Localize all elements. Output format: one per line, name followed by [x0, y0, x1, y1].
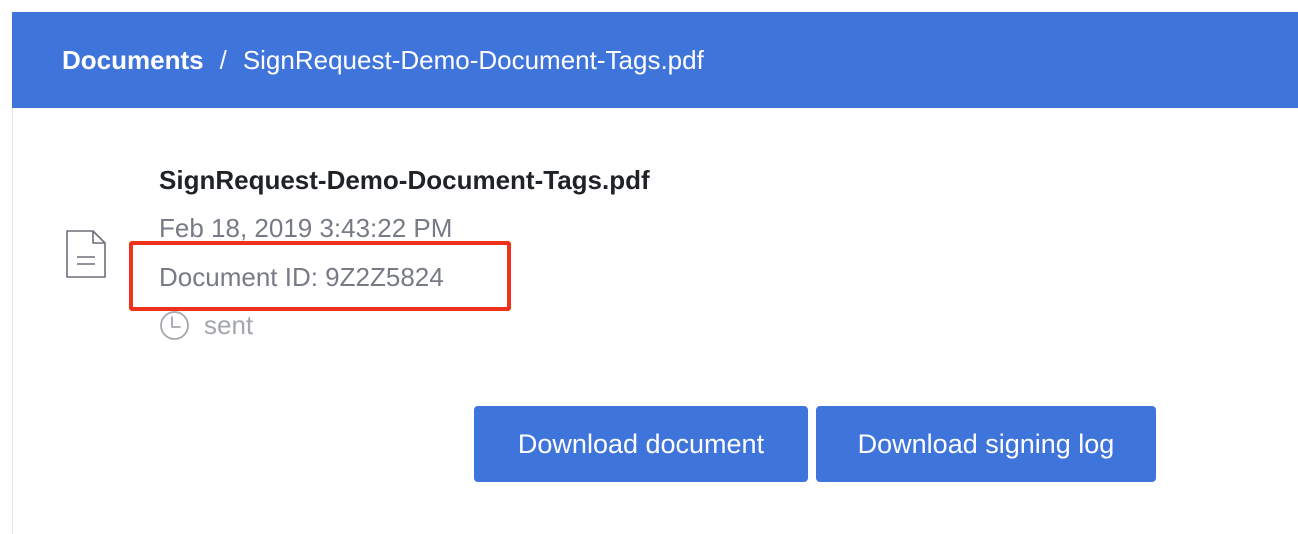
document-title: SignRequest-Demo-Document-Tags.pdf	[159, 165, 650, 195]
highlight-annotation-box	[129, 241, 511, 311]
breadcrumb-current: SignRequest-Demo-Document-Tags.pdf	[242, 44, 704, 75]
page: Documents / SignRequest-Demo-Document-Tags…	[0, 0, 1298, 534]
clock-icon	[159, 310, 190, 341]
breadcrumb-separator: /	[219, 44, 227, 75]
document-date: Feb 18, 2019 3:43:22 PM	[159, 213, 453, 243]
breadcrumb-documents-link[interactable]: Documents	[62, 45, 204, 75]
header-bar: Documents / SignRequest-Demo-Document-Tags…	[12, 12, 1298, 108]
download-document-button[interactable]: Download document	[474, 406, 808, 482]
status-label: sent	[204, 310, 254, 340]
breadcrumb: Documents / SignRequest-Demo-Document-Tags…	[62, 45, 704, 76]
status-row: sent	[159, 310, 253, 341]
document-icon	[64, 228, 108, 280]
download-signing-log-button[interactable]: Download signing log	[816, 406, 1156, 482]
